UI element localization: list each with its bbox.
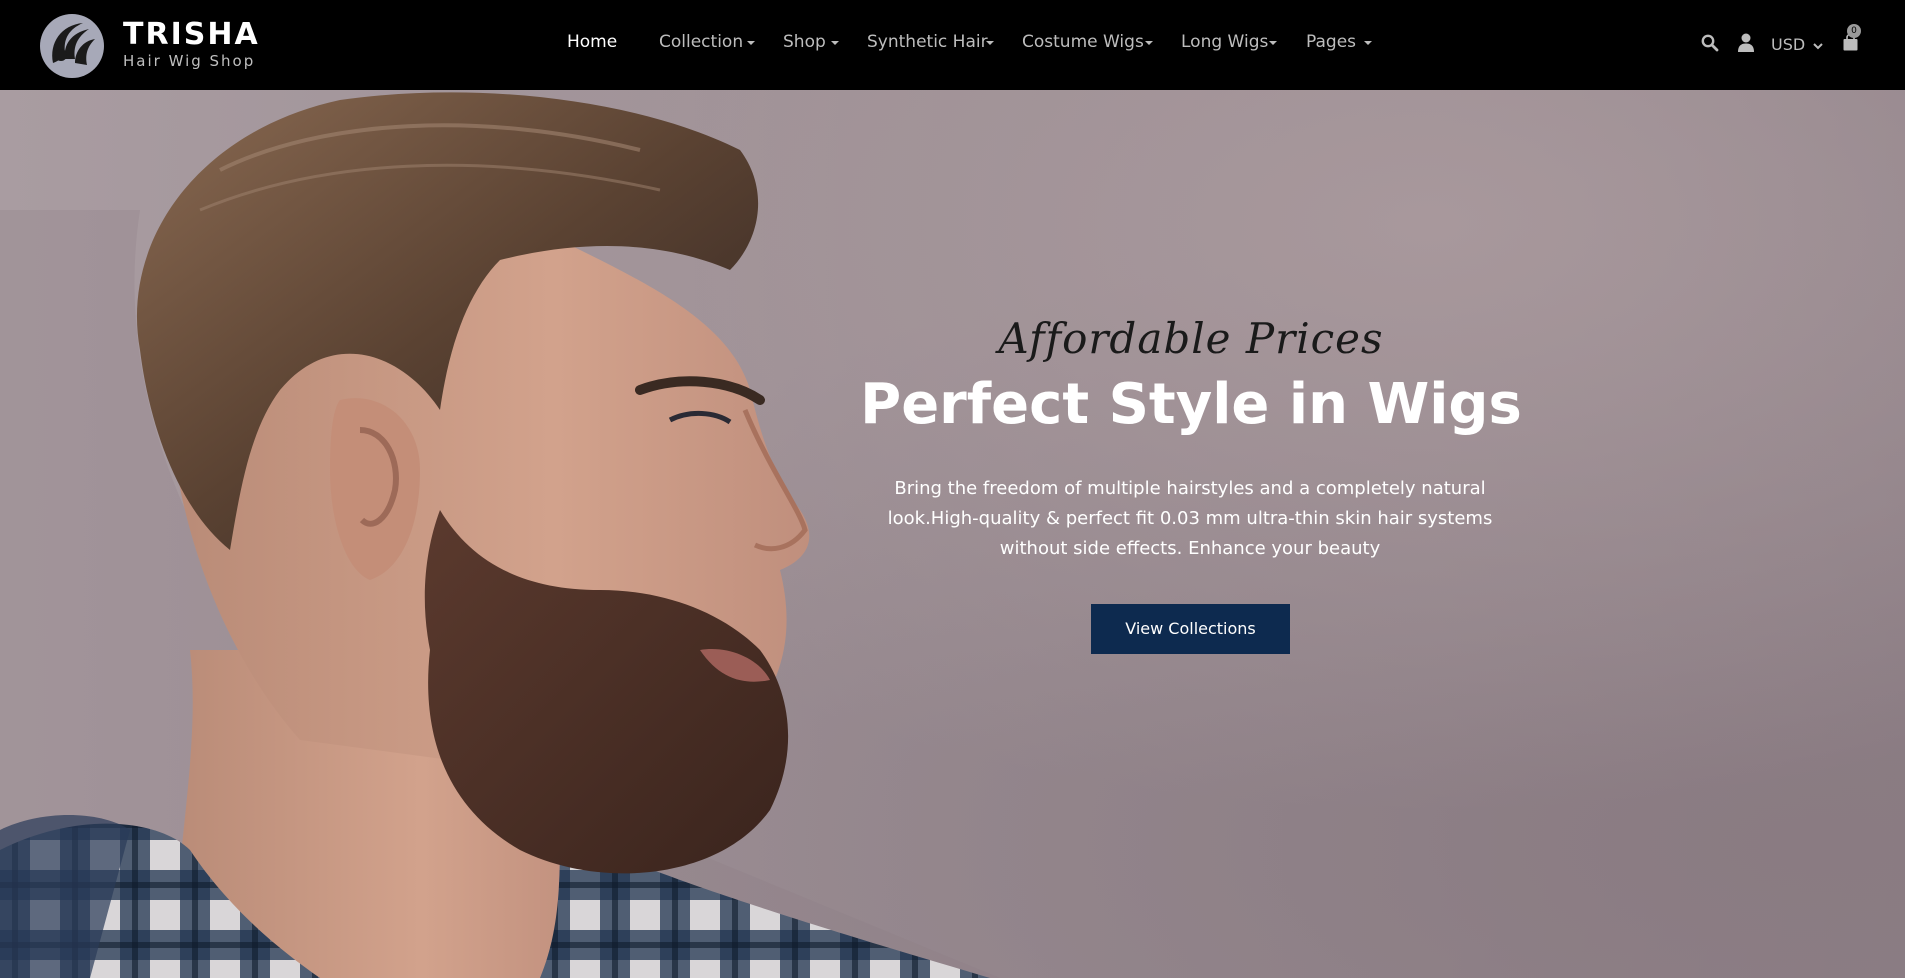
chevron-down-icon	[1813, 42, 1823, 49]
view-collections-button[interactable]: View Collections	[1091, 604, 1290, 654]
search-icon[interactable]	[1701, 34, 1719, 52]
nav-long-wigs-label: Long Wigs	[1181, 32, 1269, 52]
chevron-down-icon	[1364, 41, 1372, 45]
cart-count-badge: 0	[1847, 24, 1861, 38]
nav-shop-label: Shop	[783, 32, 826, 52]
chevron-down-icon	[747, 41, 755, 45]
nav-shop[interactable]: Shop	[783, 30, 839, 54]
chevron-down-icon	[1145, 41, 1153, 45]
hero-script-heading: Affordable Prices	[998, 314, 1384, 363]
chevron-down-icon	[831, 41, 839, 45]
nav-collection[interactable]: Collection	[659, 30, 755, 54]
chevron-down-icon	[1269, 41, 1277, 45]
nav-home-label: Home	[567, 32, 618, 52]
nav-costume-wigs-label: Costume Wigs	[1022, 32, 1144, 52]
hero-portrait-image	[0, 92, 1000, 978]
nav-synthetic-hair-label: Synthetic Hair	[867, 32, 988, 52]
currency-selector[interactable]: USD	[1771, 34, 1823, 56]
main-nav: Home Collection Shop Synthetic Hair Cost…	[0, 0, 1905, 90]
nav-costume-wigs[interactable]: Costume Wigs	[1022, 30, 1153, 54]
hero-title: Perfect Style in Wigs	[860, 372, 1522, 437]
nav-synthetic-hair[interactable]: Synthetic Hair	[867, 30, 994, 54]
nav-home[interactable]: Home	[567, 30, 617, 54]
currency-label: USD	[1771, 35, 1806, 54]
chevron-down-icon	[986, 41, 994, 45]
nav-pages-label: Pages	[1306, 32, 1357, 52]
nav-pages[interactable]: Pages	[1306, 30, 1372, 54]
user-icon[interactable]	[1738, 33, 1754, 52]
nav-long-wigs[interactable]: Long Wigs	[1181, 30, 1277, 54]
hero-description: Bring the freedom of multiple hairstyles…	[887, 478, 1493, 559]
hero-banner: Affordable Prices Perfect Style in Wigs …	[0, 90, 1905, 978]
site-header: TRISHA Hair Wig Shop Home Collection Sho…	[0, 0, 1905, 90]
nav-collection-label: Collection	[659, 32, 744, 52]
